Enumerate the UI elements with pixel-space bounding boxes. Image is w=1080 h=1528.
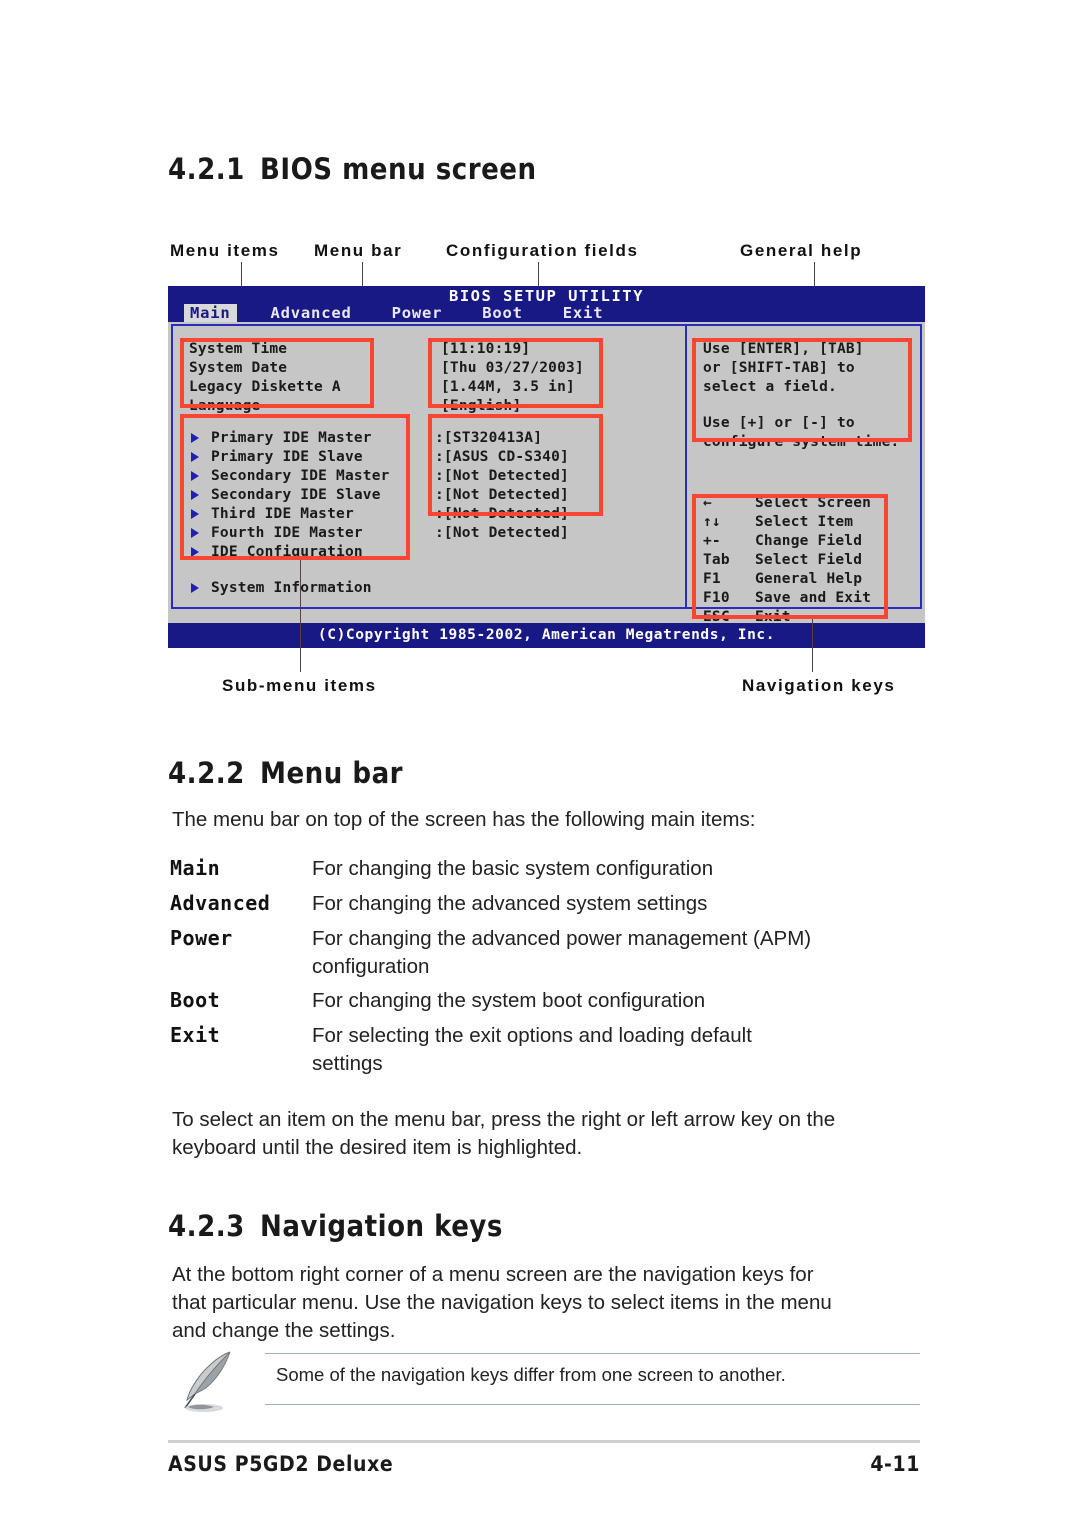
definition-power-line2: configuration [312, 955, 430, 978]
bios-value-secondary-ide-slave: :[Not Detected] [435, 487, 569, 503]
term-boot: Boot [170, 988, 221, 1012]
section-title-423: Navigation keys [260, 1209, 503, 1243]
leader-line-sub-menu-items [300, 560, 301, 672]
bios-tab-power[interactable]: Power [386, 304, 449, 322]
bios-value-language[interactable]: [English] [441, 397, 521, 416]
bios-help-line-3: select a field. [703, 379, 837, 395]
bios-utility-title: BIOS SETUP UTILITY [449, 287, 644, 305]
bios-submenu-secondary-ide-slave[interactable]: Secondary IDE Slave [191, 486, 381, 505]
callout-menu-bar: Menu bar [314, 241, 403, 260]
triangle-right-icon [191, 452, 199, 462]
bios-navkey-general-help: F1 General Help [703, 571, 863, 587]
bios-setup-screenshot: BIOS SETUP UTILITY Main Advanced Power B… [168, 286, 925, 648]
triangle-right-icon [191, 528, 199, 538]
bios-help-line-1: Use [ENTER], [TAB] [703, 341, 864, 357]
section-number-422: 4.2.2 [168, 756, 245, 790]
section-title-422: Menu bar [260, 756, 404, 790]
bios-submenu-system-information[interactable]: System Information [191, 579, 372, 598]
bios-tab-boot[interactable]: Boot [476, 304, 529, 322]
callout-navigation-keys: Navigation keys [742, 676, 896, 695]
bios-tab-main[interactable]: Main [184, 304, 237, 322]
bios-value-third-ide-master: :[Not Detected] [435, 506, 569, 522]
bios-panel-divider [685, 326, 687, 607]
triangle-right-icon [191, 583, 199, 593]
section-number-423: 4.2.3 [168, 1209, 245, 1243]
left-arrow-icon: ← [703, 495, 712, 511]
definition-advanced: For changing the advanced system setting… [312, 892, 708, 915]
definition-main: For changing the basic system configurat… [312, 857, 714, 880]
bios-navkey-save-and-exit: F10 Save and Exit [703, 590, 872, 606]
bios-menu-bar: Main Advanced Power Boot Exit [184, 304, 637, 322]
callout-menu-items: Menu items [170, 241, 280, 260]
bios-navkey-select-field: Tab Select Field [703, 552, 863, 568]
bios-item-system-time[interactable]: System Time [189, 340, 287, 359]
bios-submenu-secondary-ide-master[interactable]: Secondary IDE Master [191, 467, 390, 486]
section-heading-421: 4.2.1 BIOS menu screen [168, 152, 537, 186]
bios-item-language[interactable]: Language [189, 397, 260, 416]
menu-bar-outro-line1: To select an item on the menu bar, press… [172, 1108, 836, 1131]
triangle-right-icon [191, 433, 199, 443]
bios-navkey-select-item: ↑↓ Select Item [703, 514, 854, 530]
bios-navkey-select-screen: ← Select Screen [703, 495, 872, 511]
note-text: Some of the navigation keys differ from … [276, 1364, 786, 1385]
callout-general-help: General help [740, 241, 863, 260]
bios-item-system-date[interactable]: System Date [189, 359, 287, 378]
bios-tab-advanced[interactable]: Advanced [265, 304, 358, 322]
bios-submenu-primary-ide-master[interactable]: Primary IDE Master [191, 429, 372, 448]
document-page: 4.2.1 BIOS menu screen Menu items Menu ba… [0, 0, 1080, 1528]
bios-value-system-date[interactable]: [Thu 03/27/2003] [441, 359, 584, 378]
note-bottom-rule [265, 1404, 920, 1405]
section-heading-422: 4.2.2 Menu bar [168, 756, 403, 790]
triangle-right-icon [191, 471, 199, 481]
bios-help-line-2: or [SHIFT-TAB] to [703, 360, 855, 376]
term-advanced: Advanced [170, 891, 271, 915]
bios-item-legacy-diskette-a[interactable]: Legacy Diskette A [189, 378, 341, 397]
term-main: Main [170, 856, 221, 880]
bios-help-line-4: Use [+] or [-] to [703, 415, 855, 431]
navigation-keys-para-line3: and change the settings. [172, 1319, 396, 1342]
definition-exit-line2: settings [312, 1052, 383, 1075]
definition-exit: For selecting the exit options and loadi… [312, 1024, 752, 1047]
term-exit: Exit [170, 1023, 221, 1047]
bios-submenu-primary-ide-slave[interactable]: Primary IDE Slave [191, 448, 363, 467]
section-heading-423: 4.2.3 Navigation keys [168, 1209, 503, 1243]
callout-configuration-fields: Configuration fields [446, 241, 639, 260]
menu-bar-outro-line2: keyboard until the desired item is highl… [172, 1136, 583, 1159]
bios-value-fourth-ide-master: :[Not Detected] [435, 525, 569, 541]
bios-value-legacy-diskette-a[interactable]: [1.44M, 3.5 in] [441, 378, 575, 397]
quill-pen-icon [184, 1351, 231, 1412]
bios-value-primary-ide-slave: :[ASUS CD-S340] [435, 449, 569, 465]
footer-rule [168, 1440, 920, 1443]
leader-line-navigation-keys [812, 619, 813, 672]
navigation-keys-para-line1: At the bottom right corner of a menu scr… [172, 1263, 814, 1286]
triangle-right-icon [191, 547, 199, 557]
triangle-right-icon [191, 490, 199, 500]
bios-navkey-change-field: +- Change Field [703, 533, 863, 549]
bios-value-system-time[interactable]: [11:10:19] [441, 340, 530, 359]
triangle-right-icon [191, 509, 199, 519]
definition-power: For changing the advanced power manageme… [312, 927, 812, 950]
up-down-arrow-icon: ↑↓ [703, 514, 721, 530]
bios-content-area: System Time System Date Legacy Diskette … [171, 324, 922, 625]
definition-boot: For changing the system boot configurati… [312, 989, 706, 1012]
bios-title-bar: BIOS SETUP UTILITY Main Advanced Power B… [168, 286, 925, 322]
callout-sub-menu-items: Sub-menu items [222, 676, 377, 695]
note-top-rule [265, 1353, 920, 1354]
section-number-421: 4.2.1 [168, 152, 245, 186]
bios-value-primary-ide-master: :[ST320413A] [435, 430, 543, 446]
bios-submenu-ide-configuration[interactable]: IDE Configuration [191, 543, 363, 562]
menu-bar-intro-text: The menu bar on top of the screen has th… [172, 808, 756, 831]
term-power: Power [170, 926, 233, 950]
bios-submenu-fourth-ide-master[interactable]: Fourth IDE Master [191, 524, 363, 543]
bios-submenu-third-ide-master[interactable]: Third IDE Master [191, 505, 354, 524]
bios-help-line-5: configure system time. [703, 434, 900, 450]
bios-tab-exit[interactable]: Exit [557, 304, 610, 322]
bios-value-secondary-ide-master: :[Not Detected] [435, 468, 569, 484]
footer-product-name: ASUS P5GD2 Deluxe [168, 1452, 394, 1476]
navigation-keys-para-line2: that particular menu. Use the navigation… [172, 1291, 832, 1314]
section-title-421: BIOS menu screen [260, 152, 537, 186]
footer-page-number: 4-11 [870, 1452, 920, 1476]
